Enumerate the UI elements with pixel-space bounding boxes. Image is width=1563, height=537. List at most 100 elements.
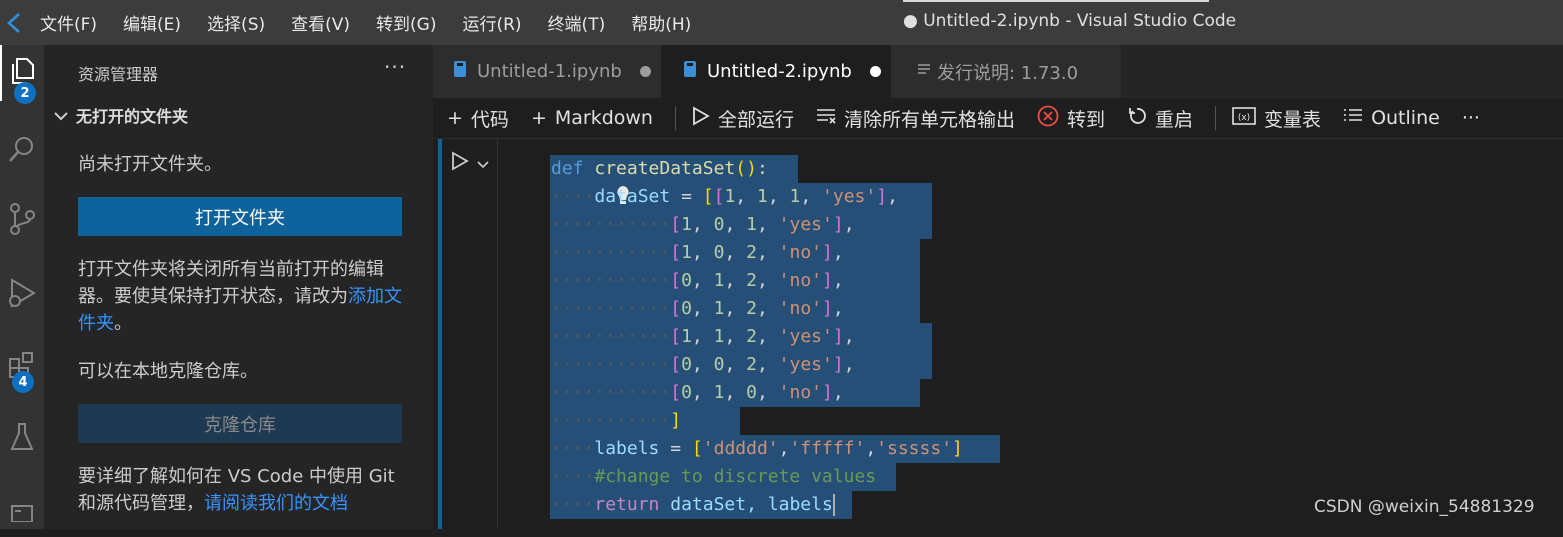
variables-label: 变量表 [1264,108,1322,131]
run-all-button[interactable]: 全部运行 [692,105,794,132]
extensions-activity[interactable]: 4 [0,339,44,395]
open-folder-info-end: 。 [114,313,132,334]
toolbar-divider [1215,106,1217,130]
goto-button[interactable]: 转到 [1037,105,1105,132]
testing-activity[interactable] [0,411,44,467]
outline-label: Outline [1371,107,1440,129]
menu-view[interactable]: 查看(V) [291,10,350,35]
document-lines-icon [917,61,931,82]
tab-label: 发行说明: 1.73.0 [937,62,1079,84]
run-cell-button[interactable] [451,151,489,175]
restart-icon [1127,106,1147,131]
tab-untitled-2[interactable]: Untitled-2.ipynb [661,45,891,98]
explorer-activity[interactable]: 2 [0,45,44,104]
code-line: ···········[0, 0, 2, 'yes'], [551,354,855,375]
notebook-icon [683,60,697,83]
tab-untitled-1[interactable]: Untitled-1.ipynb [433,45,661,98]
run-all-label: 全部运行 [717,108,794,131]
run-debug-activity[interactable] [0,267,44,323]
flask-icon [9,422,35,456]
add-code-cell-button[interactable]: + 代码 [447,105,509,132]
explorer-badge: 2 [14,82,36,104]
clear-outputs-label: 清除所有单元格输出 [844,108,1016,131]
error-circle-icon [1037,105,1059,132]
clone-repository-button[interactable]: 克隆仓库 [78,404,402,443]
open-folder-info: 打开文件夹将关闭所有当前打开的编辑器。要使其保持打开状态，请改为添加文件夹。 [78,256,413,337]
search-icon [7,134,37,168]
variables-button[interactable]: (x) 变量表 [1232,105,1321,132]
code-line: ···········[1, 1, 2, 'yes'], [551,326,855,347]
outline-button[interactable]: Outline [1343,107,1440,129]
tab-release-notes[interactable]: 发行说明: 1.73.0 [891,45,1121,98]
run-all-icon [692,105,710,131]
list-icon [1343,107,1363,129]
menu-run[interactable]: 运行(R) [462,10,521,35]
code-line: ···········[1, 0, 2, 'no'], [551,242,844,263]
source-control-icon [8,202,36,240]
git-info: 要详细了解如何在 VS Code 中使用 Git 和源代码管理，请阅读我们的文档 [78,463,413,517]
code-line: ···········[1, 0, 1, 'yes'], [551,214,855,235]
code-line: ···········[0, 1, 2, 'no'], [551,270,844,291]
menu-edit[interactable]: 编辑(E) [123,10,181,35]
search-activity[interactable] [0,123,44,179]
menu-go[interactable]: 转到(G) [376,10,436,35]
text-cursor [832,494,835,516]
menu-terminal[interactable]: 终端(T) [548,10,606,35]
vscode-logo-icon [0,0,24,45]
code-cell[interactable]: def createDataSet(): ····dataSet = [[1, … [497,139,1548,529]
restart-label: 重启 [1155,108,1194,131]
notebook-editor: def createDataSet(): ····dataSet = [[1, … [433,139,1563,529]
code-line: ····return dataSet, labels [551,494,835,516]
menu-file[interactable]: 文件(F) [40,10,97,35]
code-line: def createDataSet(): [551,158,768,179]
plus-icon: + [530,107,547,129]
add-markdown-cell-button[interactable]: + Markdown [531,107,653,129]
goto-label: 转到 [1067,108,1106,131]
run-debug-icon [7,277,37,313]
sidebar-title: 资源管理器 [78,65,159,84]
cell-focus-indicator [438,139,442,529]
code-line: ····#change to discrete values [551,466,877,487]
unsaved-dot-icon [639,66,651,77]
menu-selection[interactable]: 选择(S) [207,10,265,35]
title-bar: 文件(F) 编辑(E) 选择(S) 查看(V) 转到(G) 运行(R) 终端(T… [0,0,1563,45]
editor-tabs: Untitled-1.ipynb Untitled-2.ipynb 发行说明: … [433,45,1563,98]
code-line: ···········[0, 1, 0, 'no'], [551,382,844,403]
activity-bar: 2 4 [0,45,44,529]
menu-bar: 文件(F) 编辑(E) 选择(S) 查看(V) 转到(G) 运行(R) 终端(T… [40,10,717,35]
add-code-label: 代码 [470,108,509,131]
notebook-icon [453,60,467,83]
clear-all-icon [816,107,836,129]
open-folder-info-text: 打开文件夹将关闭所有当前打开的编辑器。要使其保持打开状态，请改为 [78,259,384,307]
sidebar-more-actions[interactable]: ··· [384,55,406,79]
toolbar-divider [674,106,676,130]
menu-help[interactable]: 帮助(H) [631,10,691,35]
no-folder-section-header[interactable]: 无打开的文件夹 [54,103,188,127]
code-line: ···········] [551,410,682,431]
chevron-down-icon[interactable] [477,154,489,173]
no-folder-text: 尚未打开文件夹。 [78,154,222,175]
title-highlight [903,0,1209,2]
code-line: ····dataSet = [[1, 1, 1, 'yes'], [551,186,898,207]
remote-explorer-icon [9,492,35,526]
watermark: CSDN @weixin_54881329 [1314,497,1535,517]
clone-text: 可以在本地克隆仓库。 [78,361,258,382]
extensions-badge: 4 [12,371,34,393]
chevron-down-icon [54,106,68,125]
source-control-activity[interactable] [0,193,44,249]
add-markdown-label: Markdown [554,107,653,129]
code-line: ····labels = ['ddddd','fffff','sssss'] [551,438,963,459]
explorer-sidebar: 资源管理器 ··· 无打开的文件夹 尚未打开文件夹。 打开文件夹 打开文件夹将关… [44,45,433,529]
toolbar-more-button[interactable]: ··· [1462,107,1480,129]
play-icon [451,151,469,175]
plus-icon: + [447,107,463,129]
clear-outputs-button[interactable]: 清除所有单元格输出 [816,105,1015,132]
tab-label: Untitled-1.ipynb [477,61,622,82]
read-docs-link[interactable]: 请阅读我们的文档 [204,493,348,514]
code-line: ···········[0, 1, 2, 'no'], [551,298,844,319]
variables-icon: (x) [1232,106,1256,131]
restart-button[interactable]: 重启 [1127,105,1193,132]
svg-text:(x): (x) [1238,113,1250,123]
open-folder-button[interactable]: 打开文件夹 [78,197,402,236]
window-title: ● Untitled-2.ipynb - Visual Studio Code [903,11,1237,31]
